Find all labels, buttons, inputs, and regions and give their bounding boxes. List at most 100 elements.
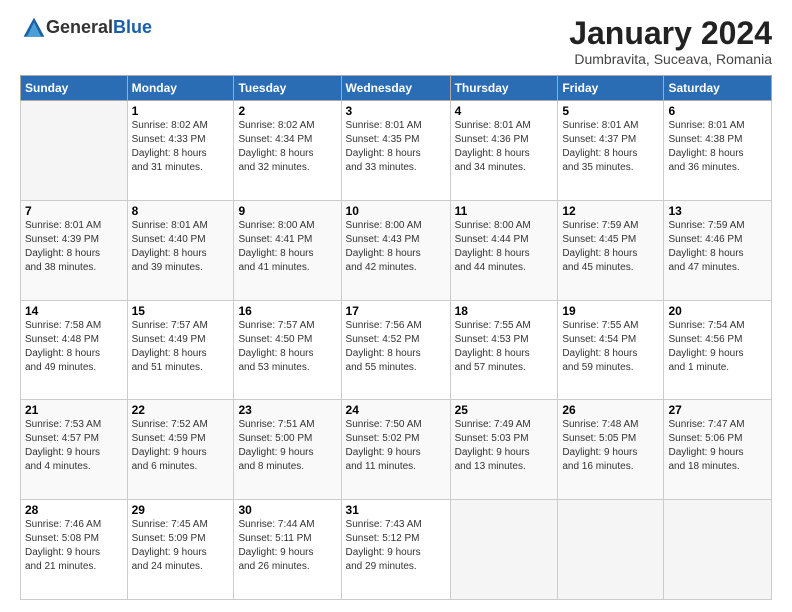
calendar-table: Sunday Monday Tuesday Wednesday Thursday… (20, 75, 772, 600)
day-number: 29 (132, 503, 230, 517)
day-number: 28 (25, 503, 123, 517)
location-title: Dumbravita, Suceava, Romania (569, 51, 772, 67)
day-number: 8 (132, 204, 230, 218)
table-cell: 3Sunrise: 8:01 AMSunset: 4:35 PMDaylight… (341, 101, 450, 201)
day-info: Sunrise: 8:01 AMSunset: 4:35 PMDaylight:… (346, 119, 446, 175)
day-number: 10 (346, 204, 446, 218)
day-number: 21 (25, 403, 123, 417)
table-cell: 26Sunrise: 7:48 AMSunset: 5:05 PMDayligh… (558, 400, 664, 500)
day-info: Sunrise: 7:46 AMSunset: 5:08 PMDaylight:… (25, 518, 123, 574)
day-info: Sunrise: 7:44 AMSunset: 5:11 PMDaylight:… (238, 518, 336, 574)
day-info: Sunrise: 7:59 AMSunset: 4:46 PMDaylight:… (668, 219, 767, 275)
table-cell: 14Sunrise: 7:58 AMSunset: 4:48 PMDayligh… (21, 300, 128, 400)
day-number: 31 (346, 503, 446, 517)
day-number: 11 (455, 204, 554, 218)
table-cell: 20Sunrise: 7:54 AMSunset: 4:56 PMDayligh… (664, 300, 772, 400)
day-info: Sunrise: 7:55 AMSunset: 4:53 PMDaylight:… (455, 319, 554, 375)
table-cell (21, 101, 128, 201)
table-cell: 9Sunrise: 8:00 AMSunset: 4:41 PMDaylight… (234, 200, 341, 300)
table-cell: 7Sunrise: 8:01 AMSunset: 4:39 PMDaylight… (21, 200, 128, 300)
title-area: January 2024 Dumbravita, Suceava, Romani… (569, 16, 772, 67)
day-info: Sunrise: 8:01 AMSunset: 4:37 PMDaylight:… (562, 119, 659, 175)
logo-general-text: General (46, 17, 113, 37)
day-number: 12 (562, 204, 659, 218)
table-cell (664, 500, 772, 600)
day-info: Sunrise: 7:43 AMSunset: 5:12 PMDaylight:… (346, 518, 446, 574)
table-cell: 30Sunrise: 7:44 AMSunset: 5:11 PMDayligh… (234, 500, 341, 600)
day-number: 1 (132, 104, 230, 118)
day-number: 5 (562, 104, 659, 118)
month-title: January 2024 (569, 16, 772, 51)
day-number: 15 (132, 304, 230, 318)
week-row-1: 1Sunrise: 8:02 AMSunset: 4:33 PMDaylight… (21, 101, 772, 201)
day-info: Sunrise: 8:01 AMSunset: 4:36 PMDaylight:… (455, 119, 554, 175)
table-cell: 22Sunrise: 7:52 AMSunset: 4:59 PMDayligh… (127, 400, 234, 500)
col-saturday: Saturday (664, 76, 772, 101)
day-number: 9 (238, 204, 336, 218)
calendar-header-row: Sunday Monday Tuesday Wednesday Thursday… (21, 76, 772, 101)
day-info: Sunrise: 7:45 AMSunset: 5:09 PMDaylight:… (132, 518, 230, 574)
col-sunday: Sunday (21, 76, 128, 101)
col-monday: Monday (127, 76, 234, 101)
week-row-3: 14Sunrise: 7:58 AMSunset: 4:48 PMDayligh… (21, 300, 772, 400)
day-info: Sunrise: 7:57 AMSunset: 4:50 PMDaylight:… (238, 319, 336, 375)
day-info: Sunrise: 7:56 AMSunset: 4:52 PMDaylight:… (346, 319, 446, 375)
day-info: Sunrise: 7:59 AMSunset: 4:45 PMDaylight:… (562, 219, 659, 275)
table-cell: 13Sunrise: 7:59 AMSunset: 4:46 PMDayligh… (664, 200, 772, 300)
table-cell (558, 500, 664, 600)
day-info: Sunrise: 7:55 AMSunset: 4:54 PMDaylight:… (562, 319, 659, 375)
table-cell: 19Sunrise: 7:55 AMSunset: 4:54 PMDayligh… (558, 300, 664, 400)
week-row-4: 21Sunrise: 7:53 AMSunset: 4:57 PMDayligh… (21, 400, 772, 500)
day-number: 30 (238, 503, 336, 517)
table-cell: 11Sunrise: 8:00 AMSunset: 4:44 PMDayligh… (450, 200, 558, 300)
day-number: 22 (132, 403, 230, 417)
logo-area: GeneralBlue (20, 16, 152, 40)
day-number: 3 (346, 104, 446, 118)
table-cell: 16Sunrise: 7:57 AMSunset: 4:50 PMDayligh… (234, 300, 341, 400)
day-number: 27 (668, 403, 767, 417)
day-number: 19 (562, 304, 659, 318)
table-cell: 15Sunrise: 7:57 AMSunset: 4:49 PMDayligh… (127, 300, 234, 400)
day-number: 25 (455, 403, 554, 417)
table-cell: 23Sunrise: 7:51 AMSunset: 5:00 PMDayligh… (234, 400, 341, 500)
day-number: 26 (562, 403, 659, 417)
week-row-5: 28Sunrise: 7:46 AMSunset: 5:08 PMDayligh… (21, 500, 772, 600)
table-cell: 6Sunrise: 8:01 AMSunset: 4:38 PMDaylight… (664, 101, 772, 201)
day-info: Sunrise: 8:01 AMSunset: 4:40 PMDaylight:… (132, 219, 230, 275)
col-friday: Friday (558, 76, 664, 101)
day-info: Sunrise: 7:57 AMSunset: 4:49 PMDaylight:… (132, 319, 230, 375)
day-number: 24 (346, 403, 446, 417)
day-info: Sunrise: 7:47 AMSunset: 5:06 PMDaylight:… (668, 418, 767, 474)
week-row-2: 7Sunrise: 8:01 AMSunset: 4:39 PMDaylight… (21, 200, 772, 300)
logo-icon (22, 16, 46, 40)
table-cell: 24Sunrise: 7:50 AMSunset: 5:02 PMDayligh… (341, 400, 450, 500)
day-number: 4 (455, 104, 554, 118)
table-cell: 8Sunrise: 8:01 AMSunset: 4:40 PMDaylight… (127, 200, 234, 300)
table-cell: 5Sunrise: 8:01 AMSunset: 4:37 PMDaylight… (558, 101, 664, 201)
header: GeneralBlue January 2024 Dumbravita, Suc… (20, 16, 772, 67)
day-info: Sunrise: 7:49 AMSunset: 5:03 PMDaylight:… (455, 418, 554, 474)
day-info: Sunrise: 7:58 AMSunset: 4:48 PMDaylight:… (25, 319, 123, 375)
table-cell: 21Sunrise: 7:53 AMSunset: 4:57 PMDayligh… (21, 400, 128, 500)
day-number: 7 (25, 204, 123, 218)
table-cell: 27Sunrise: 7:47 AMSunset: 5:06 PMDayligh… (664, 400, 772, 500)
page: GeneralBlue January 2024 Dumbravita, Suc… (0, 0, 792, 612)
day-info: Sunrise: 7:54 AMSunset: 4:56 PMDaylight:… (668, 319, 767, 375)
day-info: Sunrise: 8:01 AMSunset: 4:38 PMDaylight:… (668, 119, 767, 175)
col-thursday: Thursday (450, 76, 558, 101)
day-number: 20 (668, 304, 767, 318)
day-number: 2 (238, 104, 336, 118)
table-cell: 29Sunrise: 7:45 AMSunset: 5:09 PMDayligh… (127, 500, 234, 600)
day-info: Sunrise: 7:52 AMSunset: 4:59 PMDaylight:… (132, 418, 230, 474)
col-wednesday: Wednesday (341, 76, 450, 101)
col-tuesday: Tuesday (234, 76, 341, 101)
day-number: 17 (346, 304, 446, 318)
day-number: 14 (25, 304, 123, 318)
table-cell: 1Sunrise: 8:02 AMSunset: 4:33 PMDaylight… (127, 101, 234, 201)
table-cell: 28Sunrise: 7:46 AMSunset: 5:08 PMDayligh… (21, 500, 128, 600)
table-cell: 10Sunrise: 8:00 AMSunset: 4:43 PMDayligh… (341, 200, 450, 300)
table-cell: 17Sunrise: 7:56 AMSunset: 4:52 PMDayligh… (341, 300, 450, 400)
day-number: 18 (455, 304, 554, 318)
table-cell: 4Sunrise: 8:01 AMSunset: 4:36 PMDaylight… (450, 101, 558, 201)
day-info: Sunrise: 7:51 AMSunset: 5:00 PMDaylight:… (238, 418, 336, 474)
